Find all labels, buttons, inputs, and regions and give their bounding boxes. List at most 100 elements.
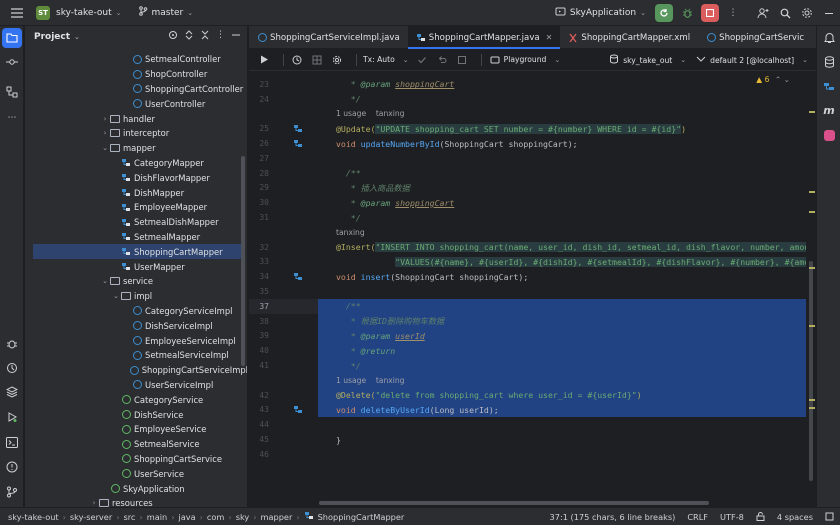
editor-tab[interactable]: ShoppingCartServiceImpl.java [249,26,408,49]
tree-item[interactable]: ⌄ service [25,274,247,289]
tree-item[interactable]: › interceptor [25,126,247,141]
tree-item[interactable]: SkyApplication [25,481,247,496]
tree-item[interactable]: UserService [25,466,247,481]
playground-dropdown[interactable]: Playground [504,55,547,64]
search-everywhere-button[interactable] [774,2,796,24]
warning-marker[interactable] [809,211,815,213]
mybatis-tool-button[interactable] [819,76,839,96]
structure-tool-button[interactable] [2,82,22,102]
layers-tool-button[interactable] [2,382,22,402]
notifications-button[interactable] [819,28,839,48]
terminal-tool-button[interactable] [2,432,22,452]
tree-item[interactable]: DishMapper [25,185,247,200]
mybatis-navigate-icon[interactable] [293,272,303,282]
code-line[interactable]: 44 [249,417,816,432]
main-menu-button[interactable] [6,0,28,26]
mybatis-navigate-icon[interactable] [293,139,303,149]
tree-item[interactable]: EmployeeMapper [25,200,247,215]
tree-item[interactable]: UserServiceImpl [25,378,247,393]
tree-item[interactable]: SetmealController [25,52,247,67]
window-minimize-button[interactable] [818,2,840,24]
code-line[interactable]: 45} [249,432,816,447]
vcs-status[interactable] [825,512,834,523]
code-line[interactable]: 32 @Insert("INSERT INTO shopping_cart(nam… [249,240,816,255]
warning-marker[interactable] [809,399,815,401]
tree-item[interactable]: CategoryServiceImpl [25,304,247,319]
breadcrumb-item[interactable]: src [123,512,135,522]
execute-button[interactable] [257,53,271,67]
tree-item[interactable]: ShoppingCartService [25,452,247,467]
settings-button[interactable] [330,53,344,67]
services-tool-button[interactable] [2,334,22,354]
chevron-right-icon[interactable]: › [100,115,110,123]
warning-marker[interactable] [809,111,815,113]
tree-item[interactable]: DishServiceImpl [25,318,247,333]
code-line[interactable]: 26 void updateNumberById(ShoppingCart sho… [249,136,816,151]
line-separator[interactable]: CRLF [687,512,708,522]
tree-item[interactable]: CategoryService [25,392,247,407]
breadcrumb-item[interactable]: main [147,512,167,522]
code-line[interactable]: 33 "VALUES(#{name}, #{userId}, #{dishId}… [249,255,816,270]
chevron-right-icon[interactable]: › [89,499,99,507]
tree-item[interactable]: SetmealServiceImpl [25,348,247,363]
chevron-down-icon[interactable]: ⌄ [111,292,121,300]
inlay-hint-line[interactable]: 1 usage tanxing [249,107,816,122]
code-line[interactable]: 28 /** [249,166,816,181]
breadcrumb-item[interactable]: sky-server [70,512,112,522]
code-line[interactable]: 41 */ [249,358,816,373]
project-tree-scrollbar[interactable] [241,156,245,366]
close-icon[interactable]: ✕ [546,33,553,42]
code-line[interactable]: 34 void insert(ShoppingCart shoppingCart)… [249,269,816,284]
database-tool-button[interactable] [819,52,839,72]
maven-tool-button[interactable]: m [819,100,839,120]
indent-setting[interactable]: 4 spaces [777,512,813,522]
caret-position[interactable]: 37:1 (175 chars, 6 line breaks) [550,512,676,522]
tree-item[interactable]: ⌄ mapper [25,141,247,156]
branch-switcher[interactable]: master ⌄ [138,0,193,26]
usage-hint[interactable]: 1 usage tanxing [336,376,405,385]
stop-button[interactable] [701,4,719,22]
build-tool-button[interactable] [2,358,22,378]
more-tools-button[interactable]: ⋯ [2,108,22,128]
hide-panel-button[interactable] [231,30,241,43]
editor-tab[interactable]: ShoppingCartMapper.java ✕ [407,26,561,49]
code-line[interactable]: 35 [249,284,816,299]
problems-tool-button[interactable] [2,457,22,477]
rollback-tx-button[interactable] [435,53,449,67]
tree-item[interactable]: › resources [25,496,247,507]
rerun-button[interactable] [655,4,673,22]
warning-marker[interactable] [809,267,815,269]
options-button[interactable]: ⋮ [216,30,225,43]
project-switcher[interactable]: ST sky-take-out ⌄ [36,0,122,26]
settings-button[interactable] [796,2,818,24]
commit-tool-button[interactable] [2,52,22,72]
editor-tab[interactable]: ShoppingCartServic [698,26,812,49]
tree-item[interactable]: › handler [25,111,247,126]
breadcrumb-item[interactable]: ShoppingCartMapper [318,512,405,522]
warning-marker[interactable] [809,325,815,327]
more-run-options-button[interactable]: ⋮ [722,2,744,24]
locate-file-button[interactable] [168,30,178,43]
tree-item[interactable]: CategoryMapper [25,156,247,171]
tree-item[interactable]: EmployeeServiceImpl [25,333,247,348]
tree-item[interactable]: UserMapper [25,259,247,274]
tree-item[interactable]: ShoppingCartMapper [33,244,241,260]
datasource-selector[interactable]: sky_take_out [623,56,672,65]
project-tool-button[interactable] [2,28,22,48]
code-line[interactable]: 38 * 根据ID删除购物车数据 [249,313,816,329]
code-with-me-button[interactable] [752,2,774,24]
chevron-right-icon[interactable]: › [100,129,110,137]
tree-item[interactable]: EmployeeService [25,422,247,437]
code-line[interactable]: 31 */ [249,210,816,225]
inlay-hint-line[interactable]: tanxing [249,225,816,240]
tree-item[interactable]: SetmealService [25,437,247,452]
usage-hint[interactable]: 1 usage tanxing [336,109,405,118]
chevron-down-icon[interactable]: ⌄ [100,277,110,285]
code-line[interactable]: 42 @Delete("delete from shopping_cart whe… [249,387,816,403]
code-line[interactable]: 46 [249,447,816,462]
expand-all-button[interactable] [184,30,194,43]
chevron-down-icon[interactable]: ⌄ [100,144,110,152]
tree-item[interactable]: UserController [25,96,247,111]
code-line[interactable]: 29 * 插入商品数据 [249,181,816,196]
code-line[interactable]: 25 @Update("UPDATE shopping_cart SET numb… [249,121,816,136]
